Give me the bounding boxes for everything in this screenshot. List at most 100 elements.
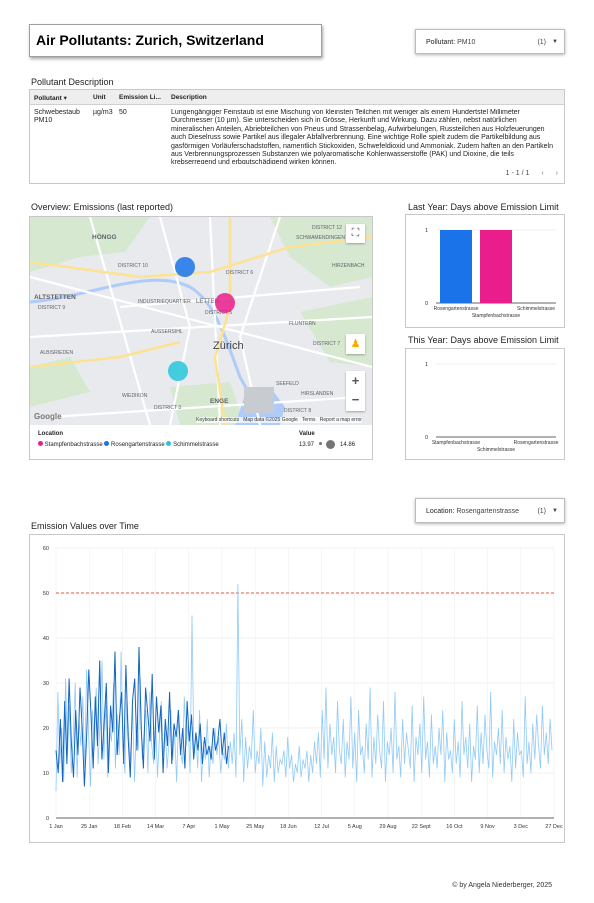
timeseries-title: Emission Values over Time <box>31 521 139 531</box>
map-section-title: Overview: Emissions (last reported) <box>31 202 174 212</box>
y-tick-label: 1 <box>425 228 428 234</box>
report-error-link[interactable]: Report a map error <box>320 417 362 423</box>
last-year-title: Last Year: Days above Emission Limit <box>408 202 559 212</box>
x-tick-label: 9 Nov <box>480 824 495 830</box>
column-header-limit[interactable]: Emission Li... <box>119 94 161 101</box>
zoom-in-icon[interactable]: + <box>346 371 365 391</box>
chevron-down-icon: ▼ <box>552 39 558 45</box>
map-label-hongg: HÖNGG <box>92 232 117 241</box>
x-tick-label: 1 May <box>215 824 230 830</box>
legend-location-title: Location <box>38 431 63 437</box>
zoom-out-icon[interactable]: − <box>346 391 365 411</box>
cell-limit: 50 <box>119 109 127 116</box>
x-tick-label: 18 Feb <box>114 824 131 830</box>
map-label-aussersihl: AUSSERSIHL <box>151 329 183 335</box>
map-view[interactable]: HÖNGG ALTSTETTEN DISTRICT 9 INDUSTRIEQUA… <box>30 217 372 425</box>
this-year-panel: 0 1 Stampfenbachstrasse Schimmelstrasse Rose… <box>405 348 565 460</box>
x-tick-label: 7 Apr <box>182 824 195 830</box>
y-tick-label: 0 <box>46 816 49 822</box>
map-label-seefeld: SEEFELD <box>276 381 299 387</box>
keyboard-shortcuts-link[interactable]: Keyboard shortcuts <box>196 417 239 423</box>
legend-value-title: Value <box>299 431 315 437</box>
legend-item-rosengartenstrasse: Rosengartenstrasse <box>104 441 165 448</box>
x-tick-label: 14 Mar <box>147 824 164 830</box>
value-max: 14.86 <box>340 442 356 449</box>
x-tick-label: 18 Jun <box>280 824 297 830</box>
google-logo: Google <box>34 412 62 421</box>
map-label-district6: DISTRICT 6 <box>226 270 253 276</box>
map-label-enge: ENGE <box>210 398 229 405</box>
table-header: Pollutant ▾ Unit Emission Li... Descript… <box>30 90 564 105</box>
x-tick-label: Rosengartenstrasse <box>514 440 559 446</box>
map-label-hirzenbach: HIRZENBACH <box>332 263 365 269</box>
next-page-icon[interactable]: › <box>556 170 558 177</box>
map-label-zurich: Zürich <box>213 340 244 352</box>
x-tick-label: Stampfenbachstrasse <box>472 313 521 319</box>
map-label-wiedikon: WIEDIKON <box>122 393 148 399</box>
report-title: Air Pollutants: Zurich, Switzerland <box>36 32 264 48</box>
cell-description: Lungengängiger Feinstaub ist eine Mischu… <box>171 109 553 164</box>
last-year-panel: 0 1 Rosengartenstrasse Stampfenbachstrasse S… <box>405 214 565 328</box>
location-dropdown-label: Location: Rosengartenstrasse <box>426 508 520 515</box>
y-tick-label: 30 <box>43 681 49 687</box>
pollutant-dropdown-label: Pollutant: PM10 <box>426 39 476 46</box>
x-tick-label: 29 Aug <box>379 824 396 830</box>
bar-stampfenbachstrasse <box>480 230 512 303</box>
y-tick-label: 0 <box>425 301 428 307</box>
prev-page-icon[interactable]: ‹ <box>541 170 543 177</box>
this-year-chart: 0 1 StampfenbachstrasseSchimmelstrasseRose… <box>425 362 559 453</box>
pollutant-dropdown-count: (1) <box>537 39 546 46</box>
value-min: 13.97 <box>299 442 315 449</box>
x-tick-label: 5 Aug <box>348 824 362 830</box>
column-header-pollutant[interactable]: Pollutant ▾ <box>34 94 67 102</box>
x-tick-label: Rosengartenstrasse <box>434 306 479 312</box>
pager-text: 1 - 1 / 1 <box>505 170 530 177</box>
map-label-altstetten: ALTSTETTEN <box>34 294 76 301</box>
y-tick-label: 60 <box>43 546 49 552</box>
x-tick-label: 12 Jul <box>314 824 329 830</box>
map-label-district7: DISTRICT 7 <box>313 341 340 347</box>
map-label-district9: DISTRICT 9 <box>38 305 65 311</box>
location-dropdown[interactable]: Location: Rosengartenstrasse (1) ▼ <box>415 498 565 523</box>
map-data-text: Map data ©2025 Google <box>243 417 298 423</box>
cell-unit: µg/m3 <box>93 109 113 116</box>
table-pager: 1 - 1 / 1 ‹ › <box>506 170 558 177</box>
legend-item-stampfenbachstrasse: Stampfenbachstrasse <box>38 441 103 448</box>
report-title-box: Air Pollutants: Zurich, Switzerland <box>29 24 322 57</box>
pollutant-dropdown-value: PM10 <box>457 39 476 46</box>
map-label-district3: DISTRICT 3 <box>154 405 181 411</box>
large-dot-icon <box>326 440 336 449</box>
map-label-fluntern: FLUNTERN <box>289 321 316 327</box>
x-tick-label: 25 Jan <box>81 824 98 830</box>
map-label-albisrieden: ALBISRIEDEN <box>40 350 73 356</box>
column-header-unit[interactable]: Unit <box>93 94 106 101</box>
pollutant-description-table: Pollutant ▾ Unit Emission Li... Descript… <box>29 89 565 184</box>
map-bubble-rosengartenstrasse <box>175 257 195 277</box>
x-tick-label: 1 Jan <box>49 824 62 830</box>
x-tick-label: Schimmelstrasse <box>517 306 555 312</box>
map-graphic: HÖNGG ALTSTETTEN DISTRICT 9 INDUSTRIEQUA… <box>30 217 372 425</box>
pegman-icon[interactable]: ♟ <box>346 334 365 354</box>
terms-link[interactable]: Terms <box>302 417 316 423</box>
map-legend: Location Stampfenbachstrasse Rosengarten… <box>30 429 372 459</box>
map-bubble-stampfenbachstrasse <box>215 293 235 313</box>
pollutant-dropdown[interactable]: Pollutant: PM10 (1) ▼ <box>415 29 565 54</box>
map-attribution: Keyboard shortcuts Map data ©2025 Google… <box>196 417 362 423</box>
legend-item-schimmelstrasse: Schimmelstrasse <box>166 441 219 448</box>
map-bubble-schimmelstrasse <box>168 361 188 381</box>
x-tick-label: 27 Dec <box>545 824 563 830</box>
map-label-district12: DISTRICT 12 <box>312 225 342 231</box>
x-tick-label: 25 May <box>246 824 264 830</box>
description-section-title: Pollutant Description <box>31 77 114 87</box>
location-dropdown-count: (1) <box>537 508 546 515</box>
y-tick-label: 20 <box>43 726 49 732</box>
legend-items: Stampfenbachstrasse Rosengartenstrasse S… <box>38 441 219 448</box>
x-tick-label: 22 Sept <box>412 824 431 830</box>
y-tick-label: 40 <box>43 636 49 642</box>
y-tick-label: 0 <box>425 435 428 441</box>
legend-value-scale: 13.97 14.86 <box>299 440 355 449</box>
sort-down-icon: ▾ <box>63 95 67 102</box>
column-header-description[interactable]: Description <box>171 94 207 101</box>
fullscreen-icon[interactable]: ⛶ <box>346 224 365 243</box>
y-tick-label: 1 <box>425 362 428 368</box>
